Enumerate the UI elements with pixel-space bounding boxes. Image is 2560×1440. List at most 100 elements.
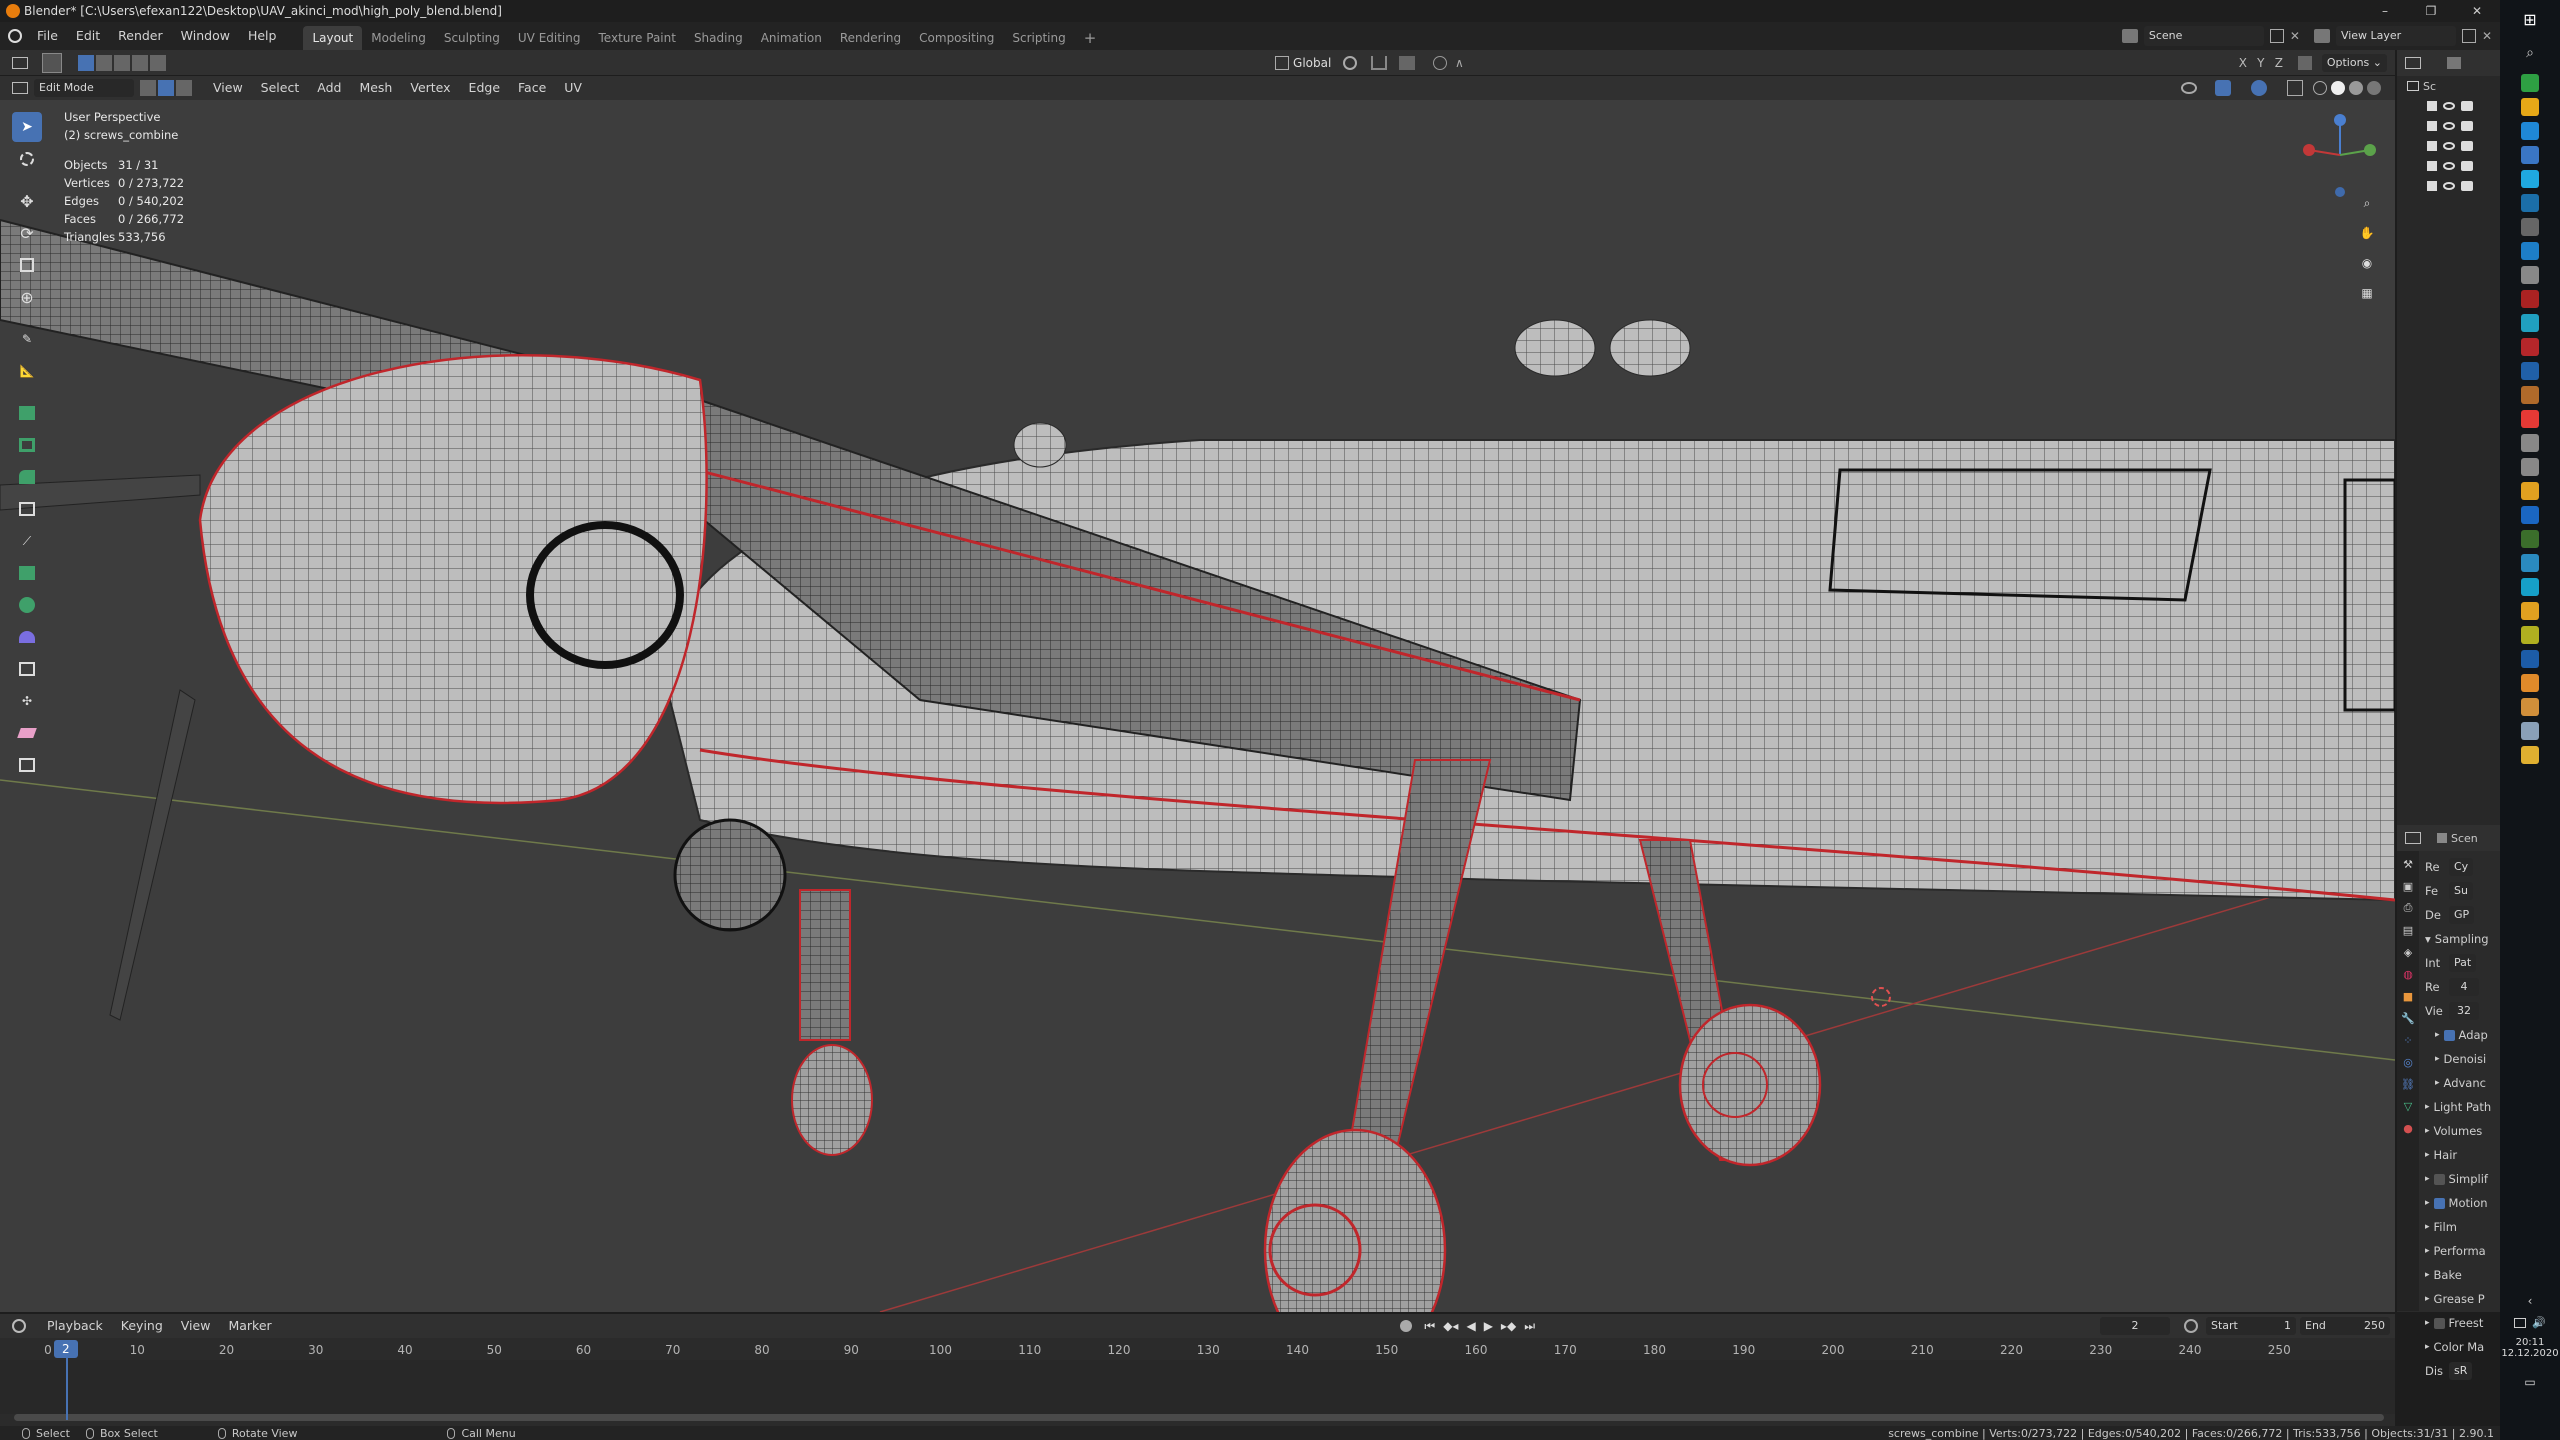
feature-set-select[interactable]: Su — [2449, 882, 2473, 900]
properties-panel[interactable]: ▸ Bake — [2425, 1263, 2498, 1287]
snap-icon[interactable] — [1371, 55, 1388, 70]
panel-checkbox[interactable] — [2443, 1029, 2455, 1041]
start-frame-field[interactable]: Start 1 — [2206, 1317, 2296, 1335]
taskbar-app-icon[interactable] — [2521, 362, 2539, 380]
render-engine-select[interactable]: Cy — [2449, 858, 2474, 876]
outliner-filter-icon[interactable] — [2447, 57, 2461, 69]
next-keyframe-icon[interactable]: ▸◆ — [1501, 1319, 1516, 1333]
render-camera-icon[interactable] — [2461, 141, 2473, 151]
vp-menu-uv[interactable]: UV — [555, 78, 591, 98]
shading-rendered-icon[interactable] — [2367, 81, 2381, 95]
properties-editor-icon[interactable] — [2405, 832, 2421, 844]
visibility-icon[interactable] — [2181, 82, 2197, 94]
select-extend-icon[interactable] — [96, 54, 112, 71]
taskbar-app-icon[interactable] — [2521, 122, 2539, 140]
tool-knife[interactable]: ⟋ — [12, 526, 42, 556]
current-frame-field[interactable]: 2 — [2100, 1317, 2170, 1335]
properties-panel[interactable]: ▸ Light Path — [2425, 1095, 2498, 1119]
timeline-ruler[interactable]: 0 10 20 30 40 50 60 70 80 90 100 110 120 130 140 150 160… — [0, 1340, 2395, 1360]
render-camera-icon[interactable] — [2461, 121, 2473, 131]
tool-transform[interactable]: ⊕ — [12, 282, 42, 312]
tool-rip[interactable] — [12, 750, 42, 780]
taskbar-app-icon[interactable] — [2521, 746, 2539, 764]
display-device-select[interactable]: sR — [2449, 1362, 2473, 1380]
outliner-scene-row[interactable]: Sc — [2397, 76, 2500, 96]
tab-texture-paint[interactable]: Texture Paint — [590, 26, 685, 50]
jump-end-icon[interactable]: ⏭ — [1524, 1319, 1535, 1334]
gizmo-icon[interactable] — [2215, 80, 2231, 96]
render-camera-icon[interactable] — [2461, 101, 2473, 111]
proportional-edit-icon[interactable] — [1433, 55, 1448, 70]
record-icon[interactable] — [1400, 1320, 1413, 1332]
options-dropdown[interactable]: Options ⌄ — [2321, 53, 2387, 72]
taskbar-app-icon[interactable] — [2521, 482, 2539, 500]
tool-rotate[interactable]: ⟳ — [12, 218, 42, 248]
taskbar-app-icon[interactable] — [2521, 146, 2539, 164]
output-props-icon[interactable]: ⎙ — [2397, 897, 2419, 919]
particles-props-icon[interactable]: ⁘ — [2397, 1029, 2419, 1051]
select-invert-icon[interactable] — [132, 54, 148, 71]
taskbar-app-icon[interactable] — [2521, 530, 2539, 548]
vp-menu-view[interactable]: View — [204, 78, 252, 98]
physics-props-icon[interactable]: ◎ — [2397, 1051, 2419, 1073]
material-props-icon[interactable]: ● — [2397, 1117, 2419, 1139]
maximize-button[interactable]: ❐ — [2408, 4, 2454, 18]
pivot-icon[interactable] — [1343, 55, 1358, 70]
pan-hand-icon[interactable]: ✋ — [2356, 222, 2378, 244]
delete-scene-icon[interactable]: ✕ — [2290, 29, 2300, 43]
properties-panel[interactable]: ▸ Grease P — [2425, 1287, 2498, 1311]
search-icon[interactable]: ⌕ — [2515, 38, 2545, 68]
visibility-eye-icon[interactable] — [2443, 122, 2455, 130]
view-layer-selector[interactable]: View Layer — [2335, 26, 2456, 46]
minimize-button[interactable]: – — [2362, 4, 2408, 18]
select-new-icon[interactable] — [78, 54, 94, 71]
taskbar-app-icon[interactable] — [2521, 722, 2539, 740]
vp-menu-add[interactable]: Add — [308, 78, 350, 98]
integrator-select[interactable]: Pat — [2449, 954, 2477, 972]
visibility-eye-icon[interactable] — [2443, 102, 2455, 110]
3d-viewport[interactable]: ⌕ ✋ ◉ ▦ User Perspective (2) screws_comb… — [0, 100, 2395, 1312]
scene-props-icon[interactable]: ◈ — [2397, 941, 2419, 963]
tab-layout[interactable]: Layout — [303, 26, 363, 50]
vp-menu-vertex[interactable]: Vertex — [401, 78, 459, 98]
tool-poly-build[interactable] — [12, 558, 42, 588]
taskbar-app-icon[interactable] — [2521, 698, 2539, 716]
tab-animation[interactable]: Animation — [752, 26, 831, 50]
end-frame-field[interactable]: End 250 — [2300, 1317, 2390, 1335]
prev-keyframe-icon[interactable]: ◆◂ — [1443, 1319, 1458, 1333]
properties-panel[interactable]: ▸ Volumes — [2425, 1119, 2498, 1143]
taskbar-app-icon[interactable] — [2521, 458, 2539, 476]
vp-menu-mesh[interactable]: Mesh — [350, 78, 401, 98]
snap-increment-icon[interactable] — [1399, 55, 1416, 70]
ortho-grid-icon[interactable]: ▦ — [2356, 282, 2378, 304]
visibility-eye-icon[interactable] — [2443, 142, 2455, 150]
xray-icon[interactable] — [2287, 80, 2303, 96]
tool-props-icon[interactable]: ⚒ — [2397, 853, 2419, 875]
tool-edge-slide[interactable] — [12, 654, 42, 684]
taskbar-app-icon[interactable] — [2521, 674, 2539, 692]
tab-uv-editing[interactable]: UV Editing — [509, 26, 590, 50]
panel-checkbox[interactable] — [2433, 1197, 2445, 1209]
tool-measure[interactable]: 📐 — [12, 356, 42, 386]
scene-icon[interactable] — [2121, 29, 2138, 43]
taskbar-app-icon[interactable] — [2521, 242, 2539, 260]
taskbar-app-icon[interactable] — [2521, 602, 2539, 620]
tab-sculpting[interactable]: Sculpting — [435, 26, 509, 50]
shading-material-icon[interactable] — [2349, 81, 2363, 95]
taskbar-app-icon[interactable] — [2521, 578, 2539, 596]
active-tool-icon[interactable] — [42, 52, 62, 73]
close-window-button[interactable]: ✕ — [2454, 4, 2500, 18]
tray-expand-icon[interactable]: ‹ — [2519, 1290, 2541, 1312]
data-props-icon[interactable]: ▽ — [2397, 1095, 2419, 1117]
tool-cursor[interactable] — [12, 144, 42, 174]
properties-panel[interactable]: ▸ Film — [2425, 1215, 2498, 1239]
taskbar-app-icon[interactable] — [2521, 170, 2539, 188]
taskbar-app-icon[interactable] — [2521, 626, 2539, 644]
timeline-scrollbar[interactable] — [14, 1414, 2384, 1421]
constraints-props-icon[interactable]: ⛓ — [2397, 1073, 2419, 1095]
taskbar-app-icon[interactable] — [2521, 194, 2539, 212]
menu-help[interactable]: Help — [239, 26, 286, 46]
tool-shear[interactable] — [12, 718, 42, 748]
tool-scale[interactable] — [12, 250, 42, 280]
blender-menu-icon[interactable] — [8, 29, 22, 43]
